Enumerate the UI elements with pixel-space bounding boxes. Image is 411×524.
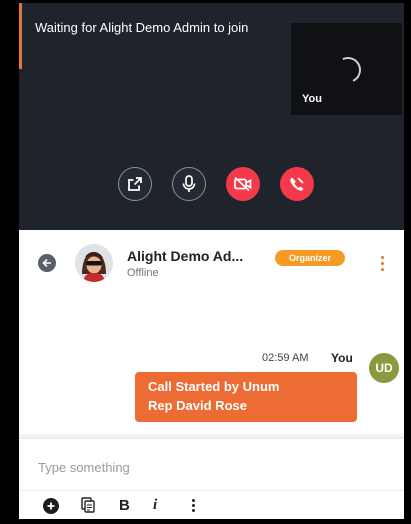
documents-icon (81, 497, 95, 513)
dot-icon (380, 262, 384, 265)
sender-avatar: UD (369, 353, 399, 383)
message-text-line: Call Started by Unum (148, 379, 280, 394)
message-sender: You (331, 351, 353, 365)
self-view-label: You (302, 93, 322, 105)
add-attachment-button[interactable] (43, 498, 59, 514)
video-accent-bar (19, 3, 22, 69)
plus-icon (47, 502, 55, 510)
microphone-icon (182, 175, 196, 192)
contact-avatar (75, 244, 113, 282)
message-list: 02:59 AM You UD Call Started by Unum Rep… (19, 296, 404, 438)
more-options-button[interactable] (379, 256, 385, 276)
contact-avatar-illustration (75, 244, 113, 282)
organizer-badge: Organizer (275, 250, 345, 266)
back-button[interactable] (38, 254, 56, 272)
composer-divider (19, 490, 404, 491)
dot-icon (380, 256, 384, 259)
hang-up-icon (290, 177, 304, 191)
message-composer: B i (19, 438, 404, 519)
bold-button[interactable]: B (119, 496, 130, 514)
window-frame-right (404, 0, 411, 524)
message-input[interactable] (38, 458, 378, 476)
message-text-line: Rep David Rose (148, 398, 247, 413)
window-frame-left (0, 0, 19, 524)
arrow-left-icon (42, 258, 51, 268)
popout-icon (128, 177, 142, 191)
camera-toggle-button[interactable] (226, 167, 260, 201)
video-off-icon (234, 176, 252, 192)
template-button[interactable] (80, 496, 96, 514)
dot-icon (191, 503, 195, 507)
more-tools-button[interactable] (191, 496, 195, 514)
message-time: 02:59 AM (262, 352, 309, 364)
popout-button[interactable] (118, 167, 152, 201)
window-frame-bottom (0, 519, 411, 524)
dot-icon (191, 498, 195, 502)
self-view-tile: You (291, 23, 402, 115)
message-bubble: Call Started by Unum Rep David Rose (135, 372, 357, 422)
contact-status: Offline (127, 267, 159, 279)
waiting-status: Waiting for Alight Demo Admin to join (35, 20, 249, 35)
video-call-panel: Waiting for Alight Demo Admin to join Yo… (19, 3, 404, 230)
dot-icon (191, 508, 195, 512)
dot-icon (380, 268, 384, 271)
chat-header: Alight Demo Ad... Offline Organizer (19, 230, 404, 296)
contact-name: Alight Demo Ad... (127, 248, 244, 264)
microphone-button[interactable] (172, 167, 206, 201)
end-call-button[interactable] (280, 167, 314, 201)
composer-divider-top (19, 438, 404, 439)
loading-spinner-icon (331, 53, 365, 87)
italic-button[interactable]: i (153, 496, 157, 514)
